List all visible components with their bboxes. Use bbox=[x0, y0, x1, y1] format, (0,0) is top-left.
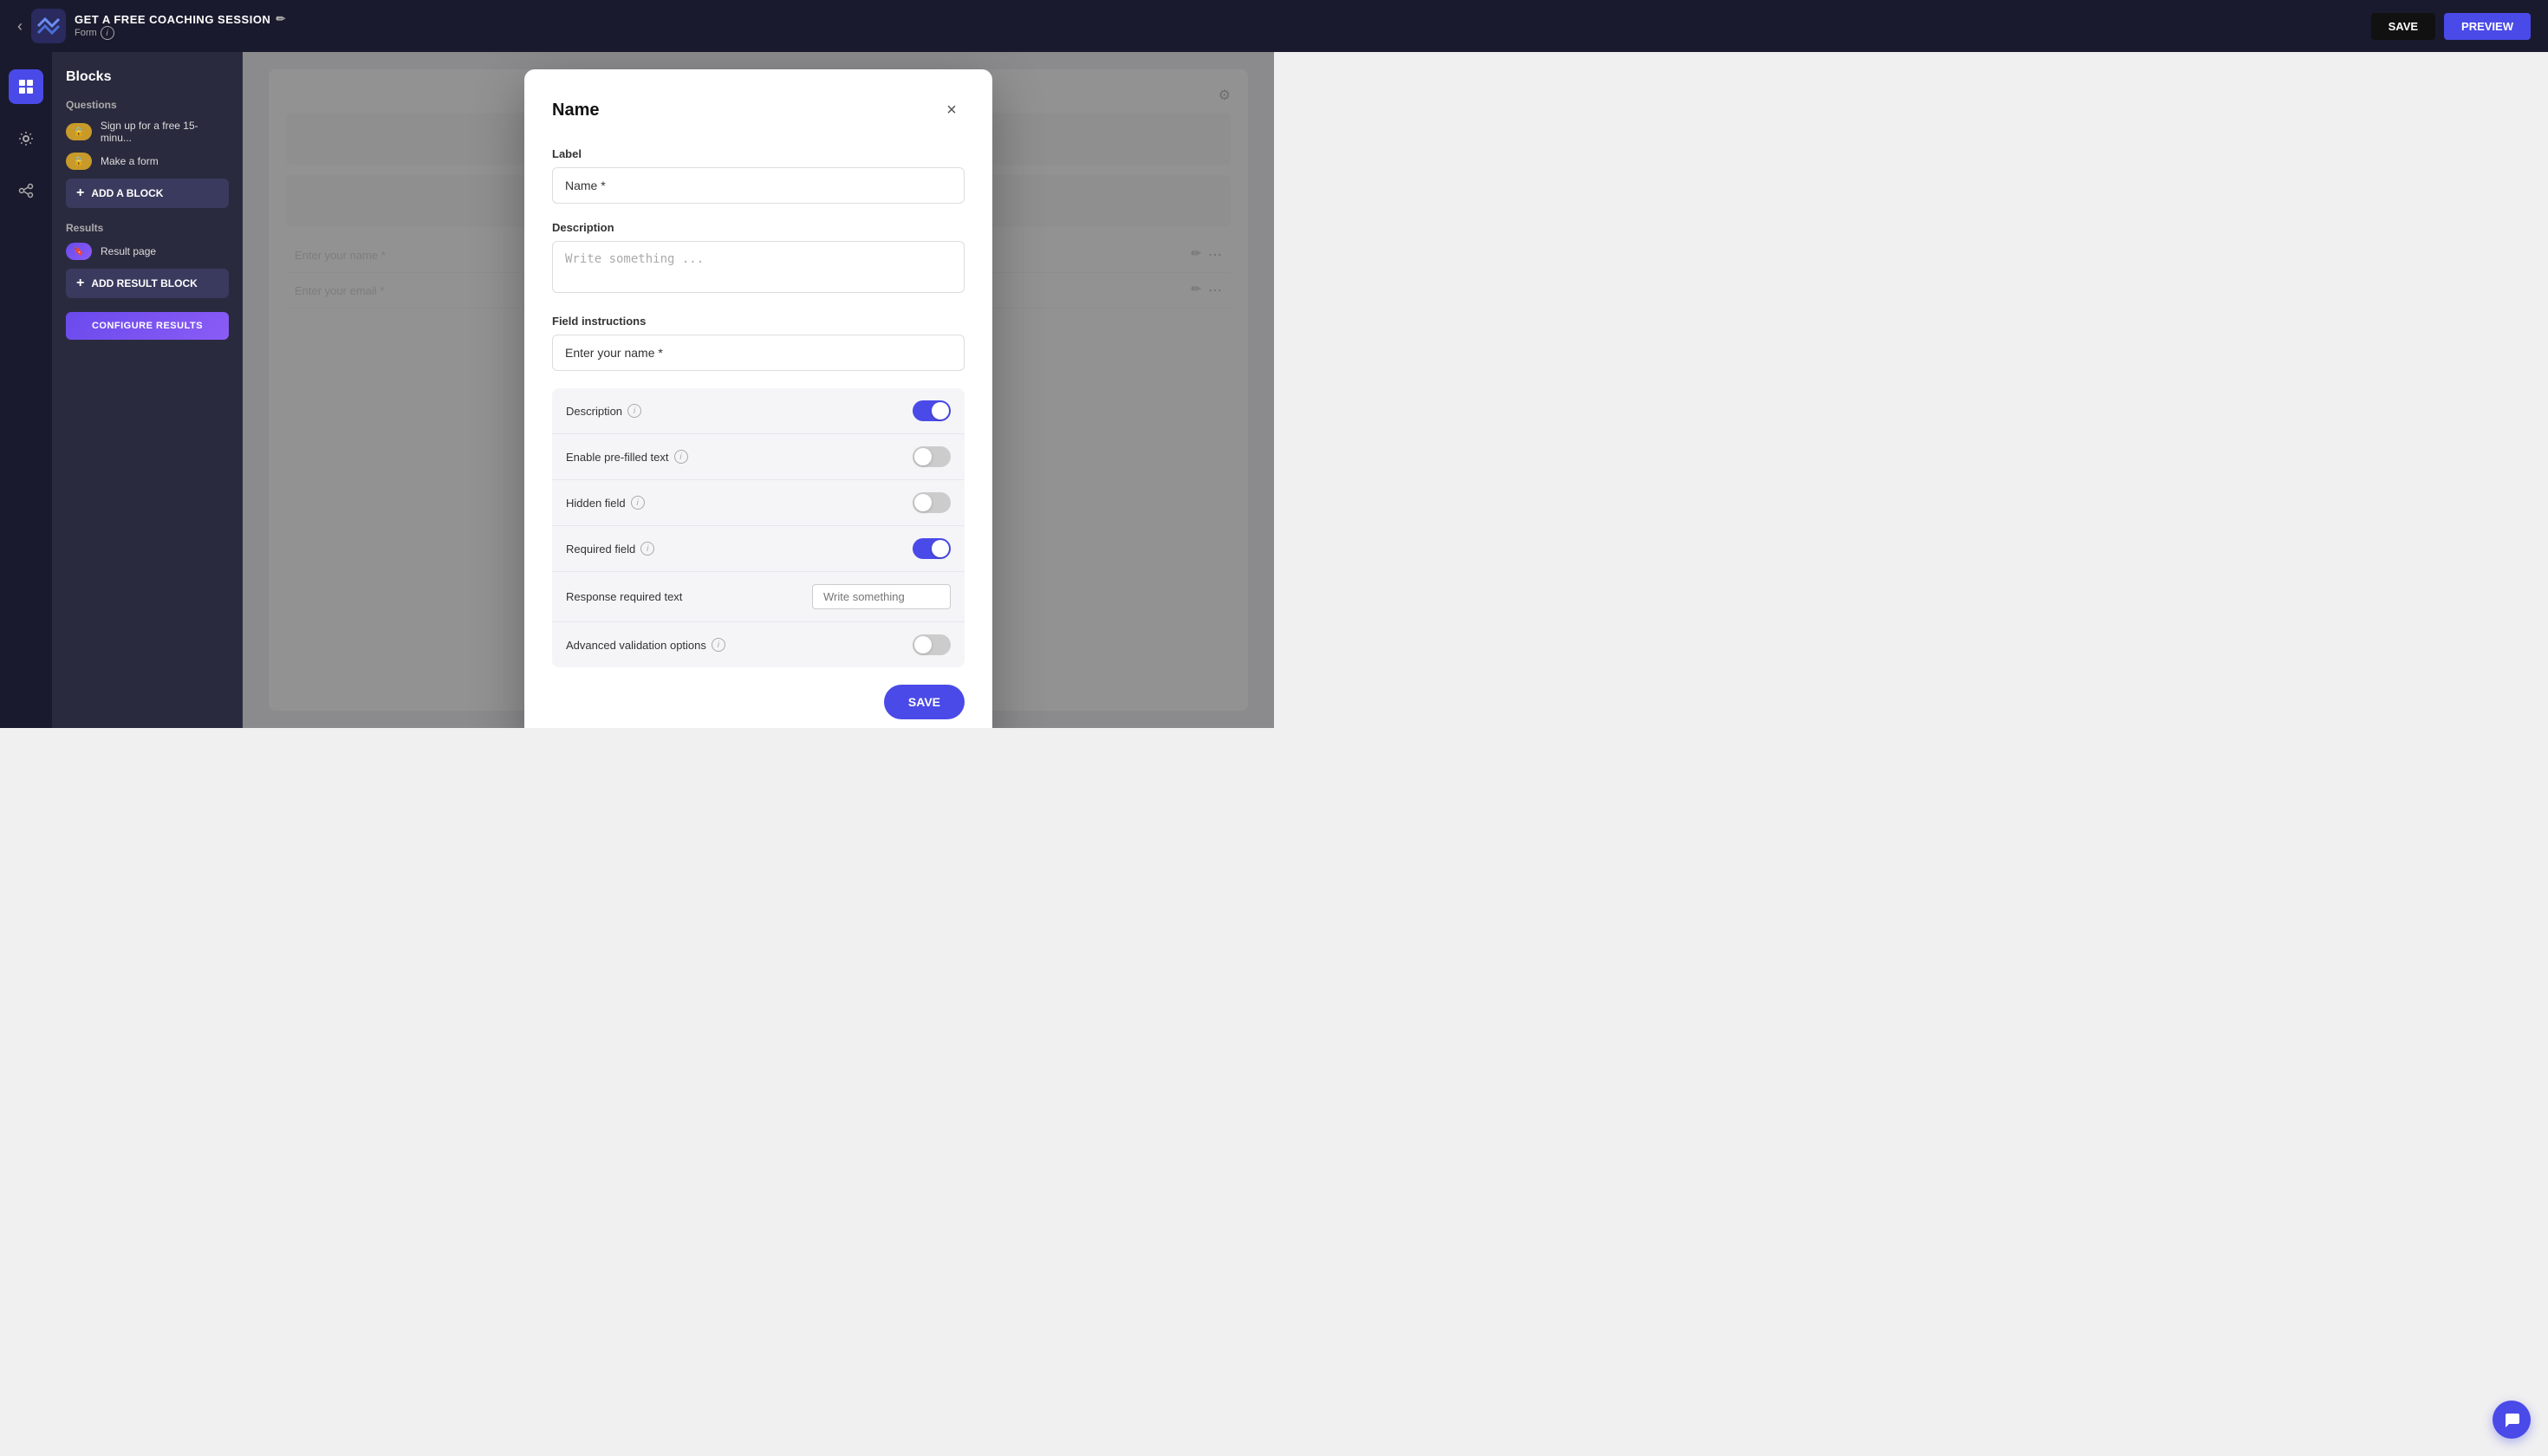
description-field-group: Description bbox=[552, 221, 965, 297]
prefilled-setting-label: Enable pre-filled text i bbox=[566, 450, 688, 464]
signup-block-label: Sign up for a free 15-minu... bbox=[101, 120, 229, 144]
sidebar-icon-share[interactable] bbox=[9, 173, 43, 208]
title-area: GET A FREE COACHING SESSION ✏ Form i bbox=[75, 12, 286, 40]
main-layout: Blocks Questions 🔒 Sign up for a free 15… bbox=[0, 0, 1274, 728]
settings-row-prefilled: Enable pre-filled text i bbox=[552, 434, 965, 480]
configure-results-button[interactable]: CONFIGURE RESULTS bbox=[66, 312, 229, 340]
save-button[interactable]: SAVE bbox=[2371, 13, 2435, 40]
signup-block-icon: 🔒 bbox=[66, 123, 92, 140]
questions-label: Questions bbox=[66, 99, 229, 111]
sidebar-item-result[interactable]: 🔖 Result page bbox=[66, 243, 229, 260]
hidden-setting-label: Hidden field i bbox=[566, 496, 645, 510]
content-area: ⚙ Enter your name * ✏ ⋯ Enter your email… bbox=[243, 52, 1274, 728]
field-instructions-input[interactable] bbox=[552, 335, 965, 371]
description-setting-label: Description i bbox=[566, 404, 641, 418]
preview-button[interactable]: PREVIEW bbox=[2444, 13, 2531, 40]
sidebar-item-form[interactable]: 🔒 Make a form bbox=[66, 153, 229, 170]
description-toggle[interactable] bbox=[913, 400, 951, 421]
modal-close-button[interactable]: × bbox=[939, 97, 965, 123]
description-info-icon: i bbox=[627, 404, 641, 418]
title-text: GET A FREE COACHING SESSION bbox=[75, 13, 270, 26]
hidden-info-icon: i bbox=[631, 496, 645, 510]
back-button[interactable]: ‹ bbox=[17, 17, 23, 36]
result-block-label: Result page bbox=[101, 245, 156, 257]
topbar-left: ‹ GET A FREE COACHING SESSION ✏ Form i bbox=[17, 9, 2371, 43]
sidebar-icons bbox=[0, 52, 52, 728]
hidden-toggle[interactable] bbox=[913, 492, 951, 513]
edit-title-icon[interactable]: ✏ bbox=[276, 12, 285, 26]
sidebar-panel: Blocks Questions 🔒 Sign up for a free 15… bbox=[52, 52, 243, 728]
sidebar-item-signup[interactable]: 🔒 Sign up for a free 15-minu... bbox=[66, 120, 229, 144]
response-text-input[interactable] bbox=[812, 584, 951, 609]
required-setting-label: Required field i bbox=[566, 542, 654, 556]
prefilled-toggle-thumb bbox=[914, 448, 932, 465]
modal-title: Name bbox=[552, 101, 599, 120]
required-toggle-thumb bbox=[932, 540, 949, 557]
subtitle-text: Form bbox=[75, 28, 97, 38]
subtitle-info-icon: i bbox=[101, 26, 114, 40]
add-block-plus: + bbox=[76, 185, 84, 201]
description-toggle-thumb bbox=[932, 402, 949, 419]
required-info-icon: i bbox=[640, 542, 654, 556]
settings-section: Description i Enable pre-filled text i bbox=[552, 388, 965, 667]
form-block-label: Make a form bbox=[101, 155, 159, 167]
topbar: ‹ GET A FREE COACHING SESSION ✏ Form i S… bbox=[0, 0, 2548, 52]
label-field-label: Label bbox=[552, 147, 965, 160]
settings-row-advanced: Advanced validation options i bbox=[552, 622, 965, 667]
settings-row-required: Required field i bbox=[552, 526, 965, 572]
add-result-label: ADD RESULT BLOCK bbox=[91, 277, 197, 289]
add-block-button[interactable]: + ADD A BLOCK bbox=[66, 179, 229, 208]
field-instructions-label: Field instructions bbox=[552, 315, 965, 328]
page-title: GET A FREE COACHING SESSION ✏ bbox=[75, 12, 286, 26]
sidebar-icon-blocks[interactable] bbox=[9, 69, 43, 104]
modal-overlay: Name × Label Description Field instructi… bbox=[243, 52, 1274, 728]
field-instructions-group: Field instructions bbox=[552, 315, 965, 371]
modal-header: Name × bbox=[552, 97, 965, 123]
name-modal: Name × Label Description Field instructi… bbox=[524, 69, 992, 728]
result-block-icon: 🔖 bbox=[66, 243, 92, 260]
blocks-title: Blocks bbox=[66, 69, 229, 85]
label-field-group: Label bbox=[552, 147, 965, 204]
form-block-icon: 🔒 bbox=[66, 153, 92, 170]
description-field-label: Description bbox=[552, 221, 965, 234]
advanced-toggle[interactable] bbox=[913, 634, 951, 655]
settings-row-response-text: Response required text bbox=[552, 572, 965, 622]
app-logo bbox=[31, 9, 66, 43]
response-text-label: Response required text bbox=[566, 590, 682, 603]
sidebar-icon-settings[interactable] bbox=[9, 121, 43, 156]
label-field-input[interactable] bbox=[552, 167, 965, 204]
add-result-plus: + bbox=[76, 276, 84, 291]
page-subtitle: Form i bbox=[75, 26, 286, 40]
description-field-input[interactable] bbox=[552, 241, 965, 293]
results-label: Results bbox=[66, 222, 229, 234]
prefilled-info-icon: i bbox=[674, 450, 688, 464]
advanced-setting-label: Advanced validation options i bbox=[566, 638, 725, 652]
advanced-info-icon: i bbox=[712, 638, 725, 652]
add-block-label: ADD A BLOCK bbox=[91, 187, 163, 199]
settings-row-description: Description i bbox=[552, 388, 965, 434]
prefilled-toggle[interactable] bbox=[913, 446, 951, 467]
required-toggle[interactable] bbox=[913, 538, 951, 559]
modal-save-button[interactable]: SAVE bbox=[884, 685, 965, 719]
chat-bubble[interactable] bbox=[2493, 1401, 2531, 1439]
hidden-toggle-thumb bbox=[914, 494, 932, 511]
advanced-toggle-thumb bbox=[914, 636, 932, 653]
add-result-button[interactable]: + ADD RESULT BLOCK bbox=[66, 269, 229, 298]
topbar-actions: SAVE PREVIEW bbox=[2371, 13, 2531, 40]
settings-row-hidden: Hidden field i bbox=[552, 480, 965, 526]
